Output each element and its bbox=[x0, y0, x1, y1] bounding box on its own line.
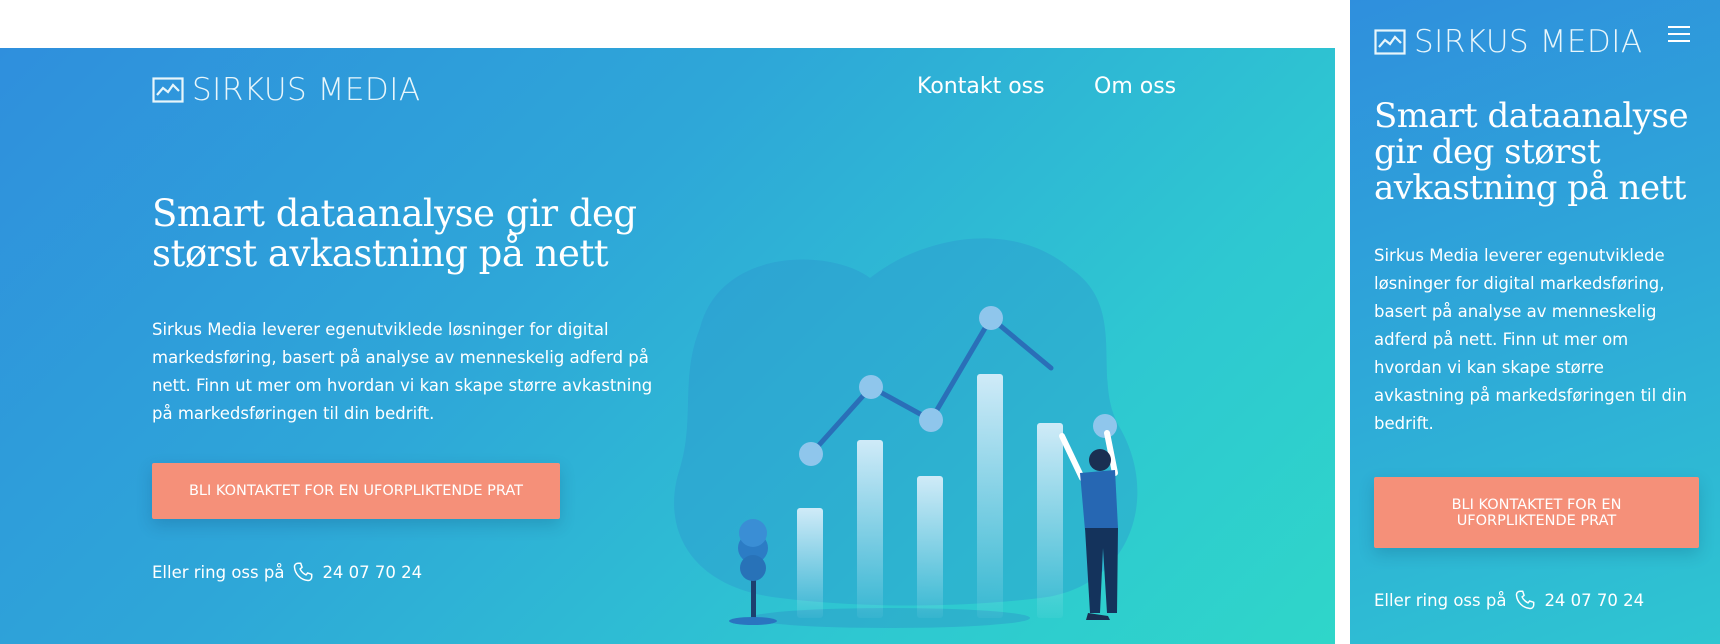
line-chart-icon bbox=[1374, 29, 1406, 55]
phone-number-link-mobile[interactable]: 24 07 70 24 bbox=[1544, 591, 1644, 610]
hamburger-menu-icon[interactable] bbox=[1668, 26, 1690, 42]
call-line: Eller ring oss på 24 07 70 24 bbox=[152, 561, 422, 583]
hero-headline-mobile: Smart dataanalyse gir deg størst avkastn… bbox=[1374, 96, 1689, 208]
data-analysis-illustration bbox=[674, 238, 1138, 628]
brand-name-mobile: SIRKUS MEDIA bbox=[1414, 24, 1643, 60]
phone-number-link[interactable]: 24 07 70 24 bbox=[322, 563, 422, 582]
contact-cta-button-mobile[interactable]: BLI KONTAKTET FOR EN UFORPLIKTENDE PRAT bbox=[1374, 477, 1699, 548]
call-prefix: Eller ring oss på bbox=[152, 562, 285, 582]
brand-logo[interactable]: SIRKUS MEDIA bbox=[152, 72, 421, 108]
hero-headline: Smart dataanalyse gir deg størst avkastn… bbox=[152, 192, 637, 275]
hero-paragraph: Sirkus Media leverer egenutviklede løsni… bbox=[152, 320, 653, 423]
contact-cta-button[interactable]: BLI KONTAKTET FOR EN UFORPLIKTENDE PRAT bbox=[152, 463, 560, 519]
call-line-mobile: Eller ring oss på 24 07 70 24 bbox=[1374, 589, 1644, 611]
phone-icon bbox=[294, 562, 313, 582]
nav-about-link[interactable]: Om oss bbox=[1094, 74, 1176, 99]
brand-name: SIRKUS MEDIA bbox=[192, 72, 421, 108]
call-prefix-mobile: Eller ring oss på bbox=[1374, 590, 1507, 610]
line-chart-icon bbox=[152, 77, 184, 103]
hero-paragraph-mobile: Sirkus Media leverer egenutviklede løsni… bbox=[1374, 246, 1687, 433]
nav-contact-link[interactable]: Kontakt oss bbox=[917, 74, 1045, 99]
brand-logo-mobile[interactable]: SIRKUS MEDIA bbox=[1374, 24, 1643, 60]
mobile-hero: SIRKUS MEDIA Smart dataanalyse gir deg s… bbox=[1350, 0, 1720, 644]
phone-icon bbox=[1516, 590, 1535, 610]
desktop-hero: SIRKUS MEDIA Kontakt oss Om oss Smart da… bbox=[0, 48, 1335, 644]
